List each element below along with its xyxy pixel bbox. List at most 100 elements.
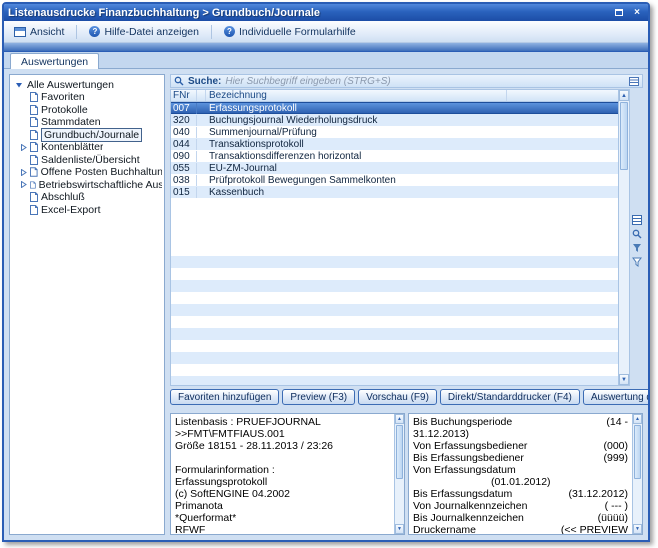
- empty-rows-filler: [171, 244, 618, 386]
- table-row[interactable]: 015 Kassenbuch: [171, 186, 618, 198]
- row-bezeichnung: Transaktionsdifferenzen horizontal: [206, 151, 506, 162]
- sidebar-tree-item[interactable]: Protokolle: [12, 104, 162, 117]
- sidebar-tree-item[interactable]: Abschluß: [12, 191, 162, 204]
- scroll-up-arrow[interactable]: ▲: [395, 414, 404, 424]
- close-button[interactable]: ×: [630, 7, 644, 19]
- table-scrollbar[interactable]: ▲ ▼: [618, 90, 629, 385]
- column-header-flag[interactable]: [197, 90, 206, 101]
- parameter-value: (999): [603, 452, 628, 464]
- parameter-line: Von Erfassungsdatum: [413, 464, 628, 476]
- search-label: Suche:: [188, 76, 221, 87]
- listenbasis-info-text: Listenbasis : PRUEFJOURNAL >>FMT\FMTFIAU…: [171, 414, 394, 534]
- list-options-icon[interactable]: [629, 77, 639, 86]
- scrollbar-thumb[interactable]: [396, 425, 403, 479]
- document-icon: [30, 117, 38, 127]
- table-row[interactable]: 055 EU-ZM-Journal: [171, 162, 618, 174]
- scrollbar-track[interactable]: [395, 480, 404, 524]
- row-fnr: 007: [171, 103, 197, 114]
- column-header-extra[interactable]: [506, 90, 618, 101]
- parameter-line: Bis Journalkennzeichen (üüüü): [413, 512, 628, 524]
- parameter-label: 31.12.2013): [413, 428, 628, 440]
- sidebar-tree: Alle Auswertungen Favoriten Protokolle: [9, 74, 165, 535]
- info-right-scrollbar[interactable]: ▲ ▼: [632, 414, 642, 534]
- tree-item-label: Betriebswirtschaftliche Auswertungen: [39, 179, 162, 191]
- parameter-label: Druckername: [413, 524, 561, 534]
- sidebar-tree-item[interactable]: Offene Posten Buchhaltung: [12, 166, 162, 179]
- restore-icon: [615, 9, 623, 16]
- scrollbar-track[interactable]: [633, 480, 642, 524]
- search-input[interactable]: [225, 75, 625, 87]
- table-row[interactable]: 007 Erfassungsprotokoll: [171, 102, 618, 114]
- row-fnr: 015: [171, 187, 197, 198]
- tree-collapsed-icon: [20, 169, 27, 176]
- scroll-down-arrow[interactable]: ▼: [619, 374, 629, 385]
- document-icon: [30, 92, 38, 102]
- parameter-line: (01.01.2012): [413, 476, 628, 488]
- sidebar-tree-item[interactable]: Betriebswirtschaftliche Auswertungen: [12, 179, 162, 192]
- row-fnr: 040: [171, 127, 197, 138]
- tree-root-alle-auswertungen[interactable]: Alle Auswertungen: [12, 78, 162, 91]
- row-fnr: 320: [171, 115, 197, 126]
- table-row[interactable]: 044 Transaktionsprotokoll: [171, 138, 618, 150]
- sidebar-tree-item[interactable]: Excel-Export: [12, 204, 162, 217]
- direkt-standarddrucker-f4-button[interactable]: Direkt/Standarddrucker (F4): [440, 389, 580, 405]
- scrollbar-track[interactable]: [619, 171, 629, 374]
- table-row[interactable]: 038 Prüfprotokoll Bewegungen Sammelkonte…: [171, 174, 618, 186]
- sidebar-tree-item[interactable]: Grundbuch/Journale: [12, 129, 162, 142]
- row-fnr: 090: [171, 151, 197, 162]
- ansicht-button[interactable]: Ansicht: [7, 23, 71, 41]
- formularhilfe-button[interactable]: ? Individuelle Formularhilfe: [217, 23, 363, 41]
- formularhilfe-label: Individuelle Formularhilfe: [239, 26, 356, 38]
- scrollbar-thumb[interactable]: [634, 425, 641, 479]
- scrollbar-thumb[interactable]: [620, 102, 628, 170]
- favoriten-hinzufuegen-button[interactable]: Favoriten hinzufügen: [170, 389, 279, 405]
- info-right-panel: Bis Buchungsperiode (14 - 31.12.2013) Vo…: [408, 413, 643, 535]
- row-bezeichnung: Erfassungsprotokoll: [206, 103, 506, 114]
- column-header-bezeichnung[interactable]: Bezeichnung: [206, 90, 506, 101]
- info-left-scrollbar[interactable]: ▲ ▼: [394, 414, 404, 534]
- row-bezeichnung: Prüfprotokoll Bewegungen Sammelkonten: [206, 175, 506, 186]
- tab-auswertungen[interactable]: Auswertungen: [10, 53, 99, 69]
- preview-f3-button[interactable]: Preview (F3): [282, 389, 355, 405]
- restore-button[interactable]: [612, 7, 626, 19]
- parameter-label: Bis Journalkennzeichen: [413, 512, 598, 524]
- column-header-fnr[interactable]: FNr: [171, 90, 197, 101]
- info-left-panel: Listenbasis : PRUEFJOURNAL >>FMT\FMTFIAU…: [170, 413, 405, 535]
- scroll-down-arrow[interactable]: ▼: [395, 524, 404, 534]
- row-bezeichnung: Transaktionsprotokoll: [206, 139, 506, 150]
- table-row[interactable]: 090 Transaktionsdifferenzen horizontal: [171, 150, 618, 162]
- parameter-label: Von Erfassungsdatum: [413, 464, 628, 476]
- filter-funnel-outline-icon[interactable]: [632, 257, 642, 267]
- hilfe-datei-button[interactable]: ? Hilfe-Datei anzeigen: [82, 23, 206, 41]
- ansicht-label: Ansicht: [30, 26, 64, 38]
- auswertung-drucken-button[interactable]: Auswertung drucken: [583, 389, 650, 405]
- parameter-label: Von Erfassungsbediener: [413, 440, 603, 452]
- tree-item-label: Protokolle: [41, 104, 88, 116]
- tree-item-label: Favoriten: [41, 91, 85, 103]
- scroll-down-arrow[interactable]: ▼: [633, 524, 642, 534]
- column-settings-icon[interactable]: [632, 215, 642, 225]
- vorschau-f9-button[interactable]: Vorschau (F9): [358, 389, 437, 405]
- parameter-value: (üüüü): [598, 512, 628, 524]
- toolbar-separator: [211, 25, 212, 39]
- row-bezeichnung: Buchungsjournal Wiederholungsdruck: [206, 115, 506, 126]
- scroll-up-arrow[interactable]: ▲: [619, 90, 629, 101]
- document-icon: [30, 205, 38, 215]
- tree-item-label: Abschluß: [41, 191, 85, 203]
- sidebar-tree-item[interactable]: Favoriten: [12, 91, 162, 104]
- sidebar-tree-item[interactable]: Kontenblätter: [12, 141, 162, 154]
- zoom-icon[interactable]: [632, 229, 642, 239]
- view-icon: [14, 27, 26, 37]
- sidebar-tree-item[interactable]: Stammdaten: [12, 116, 162, 129]
- sidebar-tree-item[interactable]: Saldenliste/Übersicht: [12, 154, 162, 167]
- table-row[interactable]: 320 Buchungsjournal Wiederholungsdruck: [171, 114, 618, 126]
- parameter-label: Von Journalkennzeichen: [413, 500, 605, 512]
- help-icon: ?: [224, 26, 235, 37]
- parameter-line: Druckername (<< PREVIEW: [413, 524, 628, 534]
- document-icon: [30, 142, 38, 152]
- filter-funnel-icon[interactable]: [632, 243, 642, 253]
- table-row[interactable]: 040 Summenjournal/Prüfung: [171, 126, 618, 138]
- window-controls: ×: [612, 7, 644, 19]
- scroll-up-arrow[interactable]: ▲: [633, 414, 642, 424]
- document-icon: [30, 105, 38, 115]
